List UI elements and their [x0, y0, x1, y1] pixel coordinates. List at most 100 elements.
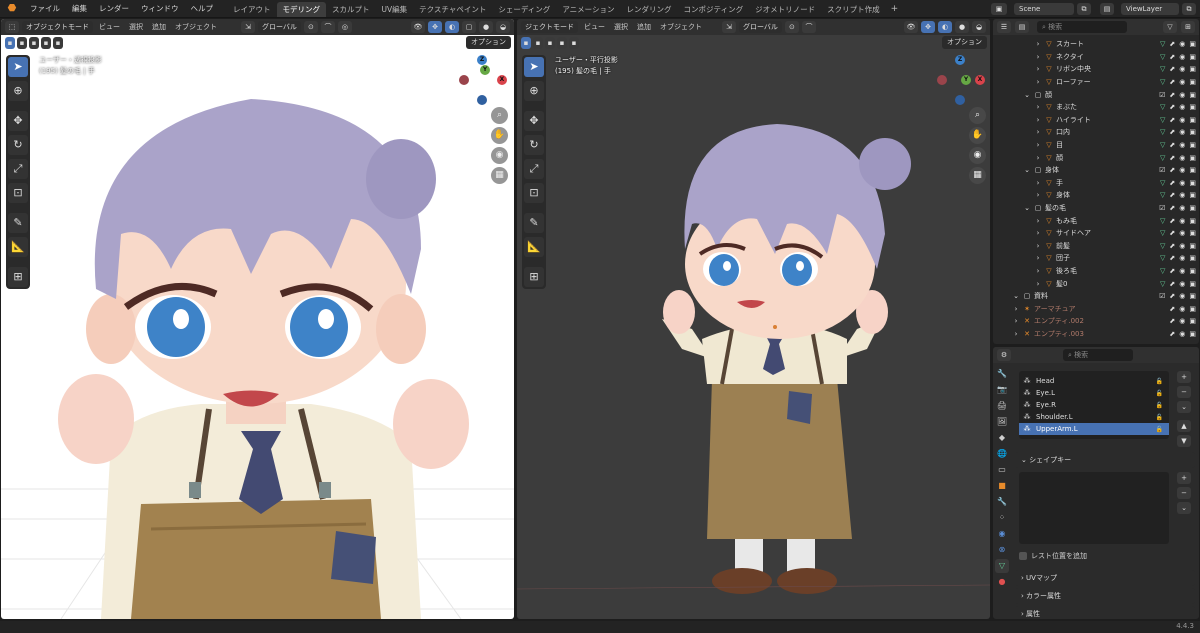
select-toggle-icon[interactable]: ⬈ [1169, 154, 1175, 162]
eye-icon[interactable]: ◉ [1179, 103, 1185, 111]
shape-keys-panel-header[interactable]: ⌄ シェイプキー [1015, 452, 1195, 468]
camera-icon[interactable]: ▣ [1189, 116, 1196, 124]
properties-editor-icon[interactable]: ⚙ [997, 349, 1011, 361]
outliner-row[interactable]: › ▽ 顔 ▽ ⬈ ◉ ▣ [993, 151, 1199, 164]
camera-icon[interactable]: ▣ [1189, 204, 1196, 212]
view-layer-field[interactable]: ViewLayer [1121, 2, 1179, 15]
include-checkbox-icon[interactable]: ☑ [1159, 204, 1165, 212]
outliner-row[interactable]: › ▽ 身体 ▽ ⬈ ◉ ▣ [993, 189, 1199, 202]
right-zoom-icon[interactable]: ⌕ [969, 107, 986, 124]
workspace-tab-6[interactable]: アニメーション [556, 2, 620, 17]
outliner-row[interactable]: ⌄ ▢ 髪の毛 ☑ ⬈ ◉ ▣ [993, 202, 1199, 215]
select-toggle-icon[interactable]: ⬈ [1169, 217, 1175, 225]
select-toggle-icon[interactable]: ⬈ [1169, 191, 1175, 199]
workspace-tab-8[interactable]: コンポジティング [678, 2, 750, 17]
menu-4[interactable]: ヘルプ [185, 0, 220, 18]
select-toggle-icon[interactable]: ⬈ [1169, 292, 1175, 300]
workspace-tab-10[interactable]: スクリプト作成 [821, 2, 886, 17]
select-toggle-icon[interactable]: ⬈ [1169, 280, 1175, 288]
eye-icon[interactable]: ◉ [1179, 40, 1185, 48]
workspace-tab-3[interactable]: UV編集 [376, 2, 414, 17]
right-ortho-grid-icon[interactable]: ▦ [969, 167, 986, 184]
select-toggle-icon[interactable]: ⬈ [1169, 166, 1175, 174]
outliner-row[interactable]: › ▽ 目 ▽ ⬈ ◉ ▣ [993, 139, 1199, 152]
data-tab-icon[interactable]: ▽ [995, 559, 1009, 573]
axis-z-icon[interactable]: Z [477, 55, 487, 65]
select-toggle-icon[interactable]: ⬈ [1169, 91, 1175, 99]
select-box-tool-icon[interactable]: ➤ [8, 57, 28, 77]
right-camera-view-icon[interactable]: ◉ [969, 147, 986, 164]
rotate-tool-icon[interactable]: ↻ [8, 135, 28, 155]
outliner-row[interactable]: › ▽ 後ろ毛 ▽ ⬈ ◉ ▣ [993, 265, 1199, 278]
axis-x-icon[interactable]: X [497, 75, 507, 85]
move-tool-icon[interactable]: ✥ [8, 111, 28, 131]
outliner-row[interactable]: ⌄ ▢ 身体 ☑ ⬈ ◉ ▣ [993, 164, 1199, 177]
right-cursor-tool-icon[interactable]: ⊕ [524, 81, 544, 101]
eye-icon[interactable]: ◉ [1179, 154, 1185, 162]
vertex-group-menu-icon[interactable]: ⌄ [1177, 401, 1191, 413]
camera-icon[interactable]: ▣ [1189, 154, 1196, 162]
modifier-tab-icon[interactable]: 🔧 [995, 495, 1009, 509]
right-select-box-tool-icon[interactable]: ➤ [524, 57, 544, 77]
vertex-group-item[interactable]: ⁂ Head 🔓 [1019, 375, 1169, 387]
eye-icon[interactable]: ◉ [1179, 204, 1185, 212]
camera-icon[interactable]: ▣ [1189, 65, 1196, 73]
eye-icon[interactable]: ◉ [1179, 91, 1185, 99]
eye-icon[interactable]: ◉ [1179, 191, 1185, 199]
right-axis-z-icon[interactable]: Z [955, 55, 965, 65]
workspace-tab-9[interactable]: ジオメトリノード [749, 2, 821, 17]
select-toggle-icon[interactable]: ⬈ [1169, 78, 1175, 86]
object-tab-icon[interactable]: ■ [995, 479, 1009, 493]
eye-icon[interactable]: ◉ [1179, 254, 1185, 262]
outliner-row[interactable]: › ▽ 口内 ▽ ⬈ ◉ ▣ [993, 126, 1199, 139]
vertex-group-item[interactable]: ⁂ Eye.R 🔓 [1019, 399, 1169, 411]
outliner-search-field[interactable]: ⌕ 検索 [1037, 21, 1127, 33]
camera-icon[interactable]: ▣ [1189, 141, 1196, 149]
right-annotate-tool-icon[interactable]: ✎ [524, 213, 544, 233]
scene-name-field[interactable]: Scene [1014, 2, 1074, 15]
eye-icon[interactable]: ◉ [1179, 141, 1185, 149]
select-toggle-icon[interactable]: ⬈ [1169, 242, 1175, 250]
world-tab-icon[interactable]: 🌐 [995, 447, 1009, 461]
select-toggle-icon[interactable]: ⬈ [1169, 229, 1175, 237]
outliner-row[interactable]: › ▽ まぶた ▽ ⬈ ◉ ▣ [993, 101, 1199, 114]
outliner-row[interactable]: › ▽ ローファー ▽ ⬈ ◉ ▣ [993, 76, 1199, 89]
copy-scene-icon[interactable]: ⧉ [1077, 2, 1091, 15]
workspace-tab-5[interactable]: シェーディング [492, 2, 556, 17]
outliner-row[interactable]: › ▽ ネクタイ ▽ ⬈ ◉ ▣ [993, 51, 1199, 64]
collapse-chevron-icon[interactable]: › [1034, 191, 1042, 199]
eye-icon[interactable]: ◉ [1179, 116, 1185, 124]
left-viewport[interactable]: ⬚ オブジェクトモード ビュー 選択 追加 オブジェクト ⇲ グローバル ⊙ ⌒… [1, 19, 514, 619]
right-pan-hand-icon[interactable]: ✋ [969, 127, 986, 144]
uv-maps-panel-header[interactable]: › UVマップ [1015, 570, 1195, 586]
vertex-group-item[interactable]: ⁂ UpperArm.L 🔓 [1019, 423, 1169, 435]
eye-icon[interactable]: ◉ [1179, 330, 1185, 338]
collapse-chevron-icon[interactable]: › [1034, 128, 1042, 136]
move-down-icon[interactable]: ▼ [1177, 435, 1191, 447]
vertex-group-item[interactable]: ⁂ Eye.L 🔓 [1019, 387, 1169, 399]
render-tab-icon[interactable]: 📷 [995, 383, 1009, 397]
select-toggle-icon[interactable]: ⬈ [1169, 53, 1175, 61]
axis-y-icon[interactable]: Y [480, 65, 490, 75]
remove-shape-key-icon[interactable]: − [1177, 487, 1191, 499]
tool-tab-icon[interactable]: 🔧 [995, 367, 1009, 381]
eye-icon[interactable]: ◉ [1179, 267, 1185, 275]
eye-icon[interactable]: ◉ [1179, 280, 1185, 288]
select-toggle-icon[interactable]: ⬈ [1169, 116, 1175, 124]
collapse-chevron-icon[interactable]: › [1034, 65, 1042, 73]
outliner-row[interactable]: ⌄ ▢ 顔 ☑ ⬈ ◉ ▣ [993, 88, 1199, 101]
menu-0[interactable]: ファイル [24, 0, 66, 18]
outliner-row[interactable]: › ▽ 髪0 ▽ ⬈ ◉ ▣ [993, 277, 1199, 290]
select-toggle-icon[interactable]: ⬈ [1169, 330, 1175, 338]
axis-neg-x-icon[interactable] [459, 75, 469, 85]
collapse-chevron-icon[interactable]: › [1034, 40, 1042, 48]
expand-chevron-icon[interactable]: ⌄ [1023, 91, 1031, 99]
new-collection-icon[interactable]: ⊞ [1181, 21, 1195, 33]
camera-icon[interactable]: ▣ [1189, 267, 1196, 275]
axis-neg-z-icon[interactable] [477, 95, 487, 105]
add-vertex-group-icon[interactable]: + [1177, 371, 1191, 383]
camera-icon[interactable]: ▣ [1189, 317, 1196, 325]
lock-icon[interactable]: 🔓 [1156, 402, 1163, 409]
collapse-chevron-icon[interactable]: › [1034, 141, 1042, 149]
lock-icon[interactable]: 🔓 [1156, 378, 1163, 385]
